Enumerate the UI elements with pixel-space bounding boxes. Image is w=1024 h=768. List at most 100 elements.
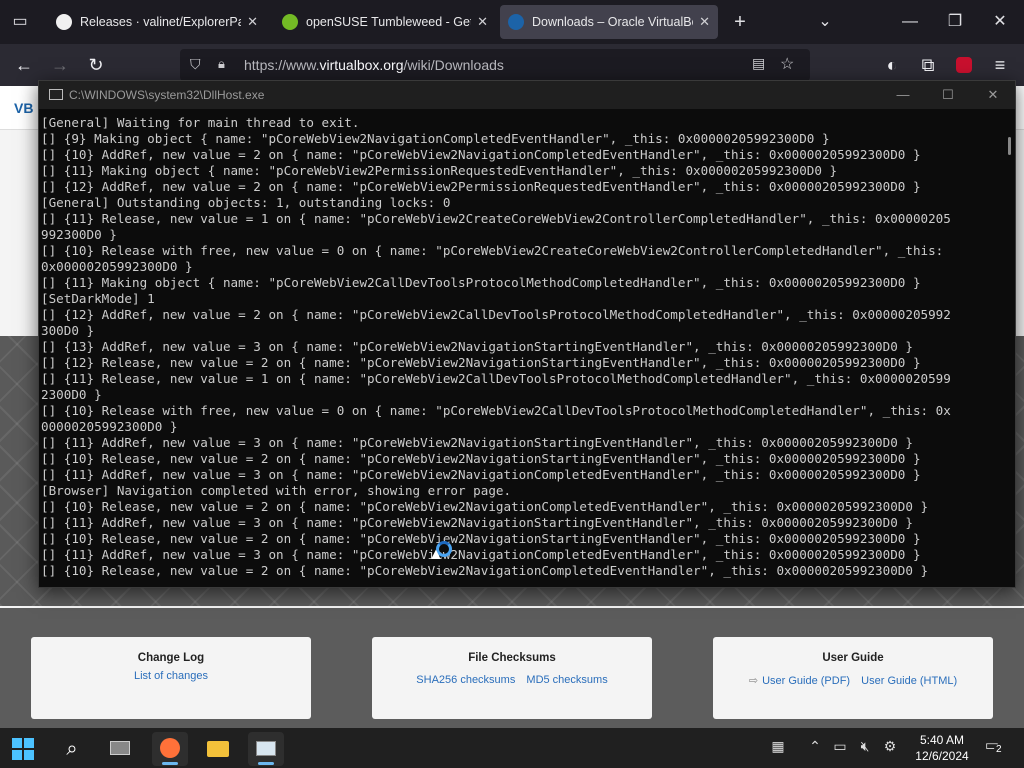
- card-title: User Guide: [822, 652, 884, 664]
- close-tab-icon[interactable]: ✕: [699, 14, 710, 30]
- console-line: 00000205992300D0 }: [41, 419, 178, 434]
- github-icon: [56, 14, 72, 30]
- console-line: [General] Waiting for main thread to exi…: [41, 115, 360, 130]
- account-sync-icon[interactable]: ◐: [880, 53, 904, 77]
- firefox-taskbar-button[interactable]: [152, 732, 188, 766]
- console-line: [] {12} AddRef, new value = 2 on { name:…: [41, 179, 921, 194]
- user-guide-html-link[interactable]: User Guide (HTML): [861, 675, 957, 687]
- checksums-card: File Checksums SHA256 checksums MD5 chec…: [372, 637, 652, 719]
- console-line: [] {10} AddRef, new value = 2 on { name:…: [41, 147, 921, 162]
- settings-gear-icon[interactable]: ⚙: [880, 738, 900, 758]
- user-guide-pdf-link[interactable]: User Guide (PDF): [762, 675, 850, 687]
- tab-title: openSUSE Tumbleweed - Get o: [306, 15, 472, 29]
- console-app-icon: [49, 89, 63, 100]
- pdf-icon: ⇨: [748, 675, 759, 687]
- reader-view-icon[interactable]: ▤: [752, 55, 765, 72]
- console-line: 992300D0 }: [41, 227, 117, 242]
- notification-center-icon[interactable]: ▭ 2: [982, 736, 1004, 756]
- console-line: [] {11} Making object { name: "pCoreWebV…: [41, 163, 838, 178]
- show-hidden-icons-chevron-up-icon[interactable]: ⌃: [805, 738, 825, 758]
- console-line: [] {10} Release, new value = 2 on { name…: [41, 531, 921, 546]
- tab-overview-icon[interactable]: ▭: [8, 10, 32, 34]
- network-icon[interactable]: ▭: [830, 738, 850, 758]
- console-titlebar[interactable]: C:\WINDOWS\system32\DllHost.exe — ☐ ✕: [39, 81, 1015, 109]
- console-output[interactable]: [General] Waiting for main thread to exi…: [39, 115, 1001, 585]
- console-minimize-icon[interactable]: —: [889, 85, 917, 105]
- console-line: [] {13} AddRef, new value = 3 on { name:…: [41, 339, 913, 354]
- card-title: Change Log: [137, 652, 205, 664]
- list-of-changes-link[interactable]: List of changes: [134, 670, 208, 682]
- close-window-icon[interactable]: ✕: [988, 10, 1012, 34]
- console-line: [] {11} AddRef, new value = 3 on { name:…: [41, 467, 921, 482]
- lock-icon[interactable]: 🔒︎: [218, 56, 225, 72]
- minimize-icon[interactable]: —: [898, 10, 922, 34]
- console-line: [] {11} AddRef, new value = 3 on { name:…: [41, 435, 913, 450]
- console-line: [] {10} Release with free, new value = 0…: [41, 243, 944, 258]
- clock-time: 5:40 AM: [919, 733, 965, 747]
- console-line: [] {10} Release, new value = 2 on { name…: [41, 563, 929, 578]
- tab-explorerpatcher[interactable]: Releases · valinet/ExplorerPatch ✕: [48, 5, 266, 39]
- console-line: [] {11} Making object { name: "pCoreWebV…: [41, 275, 921, 290]
- forward-arrow-icon[interactable]: →: [48, 53, 72, 77]
- console-maximize-icon[interactable]: ☐: [934, 85, 962, 105]
- tab-title: Releases · valinet/ExplorerPatch: [80, 15, 241, 29]
- console-line: [] {9} Making object { name: "pCoreWebVi…: [41, 131, 830, 146]
- widgets-news-icon[interactable]: ▦: [768, 738, 788, 758]
- search-icon[interactable]: ⌕: [54, 732, 90, 766]
- console-title: C:\WINDOWS\system32\DllHost.exe: [69, 88, 265, 102]
- md5-link[interactable]: MD5 checksums: [526, 674, 607, 686]
- new-tab-plus-icon[interactable]: +: [728, 10, 752, 34]
- card-title: File Checksums: [468, 652, 556, 664]
- bookmark-star-icon[interactable]: ☆: [780, 54, 794, 74]
- url-host: virtualbox.org: [319, 57, 404, 73]
- windows-taskbar: ⌕ ▦ ⌃ ▭ 🔇︎ ⚙ 5:40 AM 12/6/2024 ▭ 2: [0, 728, 1024, 768]
- url-path: /wiki/Downloads: [403, 57, 504, 73]
- console-taskbar-button[interactable]: [248, 732, 284, 766]
- terminal-window-icon: [256, 741, 276, 756]
- url-text[interactable]: https://www.virtualbox.org/wiki/Download…: [244, 57, 504, 73]
- start-button[interactable]: [6, 732, 42, 766]
- console-line: [] {11} Release, new value = 1 on { name…: [41, 371, 951, 386]
- firefox-icon: [160, 738, 180, 758]
- back-arrow-icon[interactable]: ←: [12, 53, 36, 77]
- restore-icon[interactable]: ❐: [943, 10, 967, 34]
- console-line: [] {10} Release, new value = 2 on { name…: [41, 451, 921, 466]
- tab-virtualbox[interactable]: Downloads – Oracle VirtualBox ✕: [500, 5, 718, 39]
- console-close-icon[interactable]: ✕: [979, 85, 1007, 105]
- virtualbox-icon: [508, 14, 524, 30]
- reload-icon[interactable]: ↻: [84, 53, 108, 77]
- console-window[interactable]: C:\WINDOWS\system32\DllHost.exe — ☐ ✕ [G…: [38, 80, 1016, 588]
- mouse-pointer-icon: ▲: [428, 546, 444, 563]
- console-line: 300D0 }: [41, 323, 95, 338]
- menu-hamburger-icon[interactable]: ≡: [988, 53, 1012, 77]
- close-tab-icon[interactable]: ✕: [477, 14, 488, 30]
- console-line: 2300D0 }: [41, 387, 102, 402]
- tab-opensuse[interactable]: openSUSE Tumbleweed - Get o ✕: [274, 5, 496, 39]
- browser-tab-strip: ▭ Releases · valinet/ExplorerPatch ✕ ope…: [0, 0, 1024, 44]
- task-view-icon[interactable]: [102, 732, 138, 766]
- notification-count: 2: [994, 744, 1004, 755]
- virtualbox-logo-icon[interactable]: VB: [14, 100, 33, 116]
- volume-muted-icon[interactable]: 🔇︎: [855, 738, 875, 758]
- address-bar[interactable]: ⛉ 🔒︎ https://www.virtualbox.org/wiki/Dow…: [180, 49, 810, 81]
- console-line: [Browser] Navigation completed with erro…: [41, 483, 512, 498]
- console-line: [] {10} Release, new value = 2 on { name…: [41, 499, 929, 514]
- list-tabs-chevron-down-icon[interactable]: ⌄: [813, 10, 837, 34]
- windows-logo-icon: [12, 738, 34, 760]
- system-clock[interactable]: 5:40 AM 12/6/2024: [912, 732, 972, 764]
- console-line: [] {11} AddRef, new value = 3 on { name:…: [41, 547, 921, 562]
- sha256-link[interactable]: SHA256 checksums: [416, 674, 515, 686]
- console-scrollbar-thumb[interactable]: [1008, 137, 1011, 155]
- changelog-card: Change Log List of changes: [31, 637, 311, 719]
- clock-date: 12/6/2024: [915, 749, 969, 763]
- console-line: [] {12} AddRef, new value = 2 on { name:…: [41, 307, 951, 322]
- close-tab-icon[interactable]: ✕: [247, 14, 258, 30]
- extensions-puzzle-icon[interactable]: ⧉: [916, 53, 940, 77]
- console-line: [General] Outstanding objects: 1, outsta…: [41, 195, 451, 210]
- file-explorer-icon[interactable]: [200, 732, 236, 766]
- console-line: [] {11} AddRef, new value = 3 on { name:…: [41, 515, 913, 530]
- opensuse-icon: [282, 14, 298, 30]
- console-line: [SetDarkMode] 1: [41, 291, 155, 306]
- ublock-origin-icon[interactable]: [952, 53, 976, 77]
- tracking-shield-icon[interactable]: ⛉: [190, 56, 201, 73]
